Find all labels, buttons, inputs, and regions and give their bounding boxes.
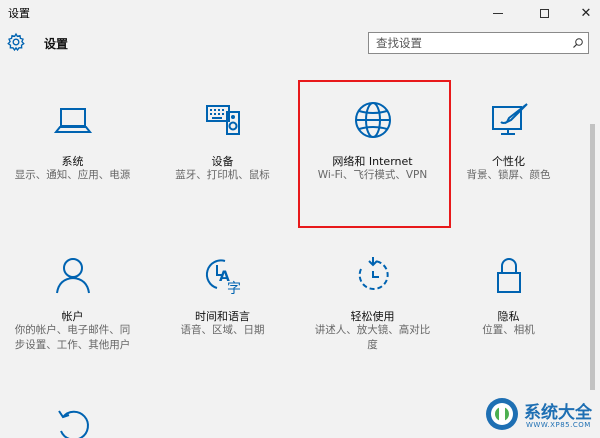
ease-of-access-icon — [358, 257, 389, 290]
watermark: 系统大全 WWW.XP85.COM — [478, 394, 600, 438]
tile-ease-of-access[interactable]: 轻松使用 讲述人、放大镜、高对比度 — [300, 60, 445, 351]
lock-icon — [496, 258, 521, 293]
title-bar: 设置 ✕ — [0, 0, 600, 26]
watermark-logo-icon — [486, 398, 518, 430]
tile-label: 轻松使用 — [350, 310, 395, 323]
tile-description: 位置、相机 — [482, 324, 535, 336]
svg-text:字: 字 — [227, 281, 241, 295]
search-box[interactable] — [368, 32, 589, 54]
tile-label: 帐户 — [61, 310, 84, 323]
tile-description: 讲述人、放大镜、高对比度 — [314, 324, 431, 351]
tile-update[interactable] — [0, 60, 145, 438]
person-icon — [55, 258, 90, 294]
update-icon — [57, 410, 89, 438]
time-language-icon: A 字 — [205, 259, 241, 295]
settings-grid: 系统 显示、通知、应用、电源 设备 蓝牙、打印机、鼠标 网络和 Internet… — [0, 60, 586, 438]
minimize-icon — [493, 12, 503, 14]
tile-time-language[interactable]: A 字 时间和语言 语音、区域、日期 — [150, 60, 295, 336]
page-title: 设置 — [44, 37, 69, 51]
watermark-text: 系统大全 — [524, 403, 592, 423]
gear-icon — [7, 32, 25, 52]
tile-label: 时间和语言 — [195, 310, 250, 323]
maximize-icon — [539, 8, 549, 18]
tile-privacy[interactable]: 隐私 位置、相机 — [436, 60, 581, 336]
minimize-button[interactable] — [478, 0, 518, 26]
settings-header: 设置 — [0, 28, 600, 58]
tile-label: 隐私 — [497, 310, 520, 323]
search-icon[interactable] — [572, 37, 584, 49]
scrollbar[interactable] — [586, 60, 600, 438]
maximize-button[interactable] — [524, 0, 564, 26]
search-input[interactable] — [369, 33, 565, 53]
watermark-url: WWW.XP85.COM — [526, 421, 591, 429]
window-title: 设置 — [8, 7, 30, 20]
scrollbar-thumb[interactable] — [590, 124, 595, 390]
close-button[interactable]: ✕ — [566, 0, 600, 26]
tile-description: 语音、区域、日期 — [180, 324, 265, 336]
tile-description: 你的帐户、电子邮件、同步设置、工作、其他用户 — [14, 324, 131, 351]
